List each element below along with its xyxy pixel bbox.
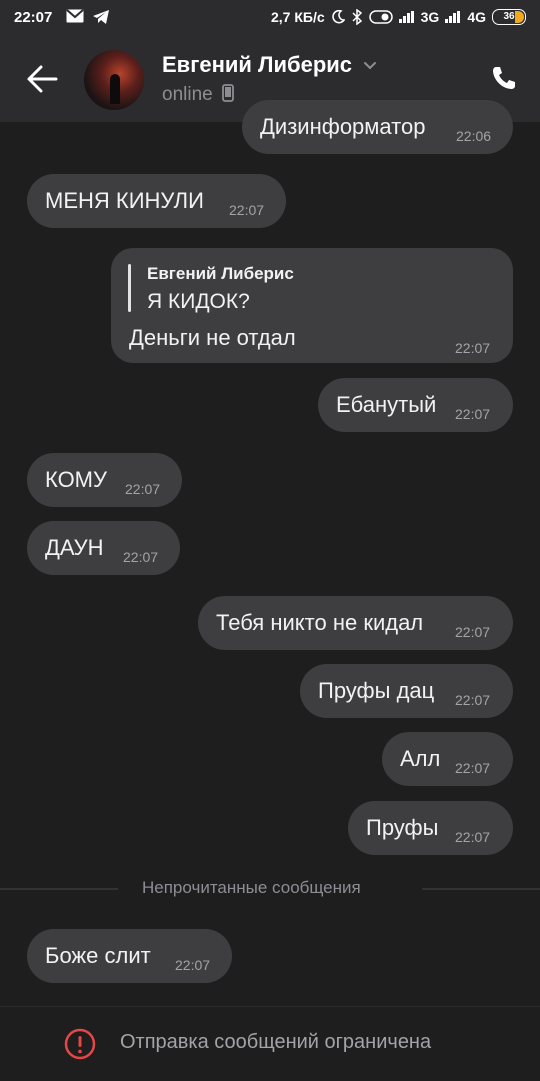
telegram-icon — [93, 10, 109, 24]
message-text: Пруфы дац — [318, 678, 435, 703]
messaging-restricted-text: Отправка сообщений ограничена — [120, 1031, 432, 1053]
battery-icon: 36 — [492, 9, 526, 25]
message-time: 22:07 — [229, 202, 265, 218]
message-time: 22:07 — [455, 692, 491, 708]
moon-icon — [331, 10, 345, 24]
message-bubble-incoming[interactable]: ДАУН 22:07 — [27, 521, 180, 575]
mail-icon — [66, 9, 84, 23]
message-time: 22:07 — [455, 624, 491, 640]
message-bubble-outgoing[interactable]: Алл 22:07 — [382, 732, 513, 786]
message-bubble-outgoing[interactable]: Пруфы дац 22:07 — [300, 664, 513, 718]
network-type-1: 3G — [420, 9, 440, 25]
message-bubble-outgoing[interactable]: Ебанутый 22:07 — [318, 378, 513, 432]
message-time: 22:07 — [455, 340, 491, 356]
signal-icon — [398, 11, 415, 23]
phone-icon[interactable] — [490, 64, 518, 92]
back-arrow-icon[interactable] — [26, 64, 60, 94]
message-time: 22:07 — [123, 549, 159, 565]
reply-text: Я КИДОК? — [147, 290, 250, 313]
message-text: КОМУ — [45, 467, 107, 492]
message-time: 22:07 — [455, 829, 491, 845]
toggle-icon — [368, 10, 393, 24]
message-text: Алл — [400, 746, 441, 771]
message-time: 22:07 — [175, 957, 211, 973]
contact-status-text: online — [162, 84, 213, 105]
bluetooth-icon — [352, 9, 362, 25]
unread-divider-label: Непрочитанные сообщения — [142, 878, 361, 897]
message-bubble-outgoing[interactable]: Пруфы 22:07 — [348, 801, 513, 855]
unread-divider-line-left — [0, 888, 118, 890]
message-text: Ебанутый — [336, 392, 437, 417]
message-text: Боже слит — [45, 943, 151, 968]
warning-icon — [64, 1028, 96, 1060]
message-time: 22:07 — [125, 481, 161, 497]
unread-divider-line-right — [422, 888, 540, 890]
network-type-2: 4G — [467, 9, 486, 25]
reply-author: Евгений Либерис — [147, 264, 294, 283]
network-speed: 2,7 КБ/с — [270, 9, 325, 25]
reply-quote-bar — [128, 264, 131, 312]
signal-icon-2 — [445, 11, 461, 23]
message-bubble-outgoing[interactable]: Тебя никто не кидал 22:07 — [198, 596, 513, 650]
message-text: МЕНЯ КИНУЛИ — [45, 188, 204, 213]
message-bubble-outgoing-reply[interactable]: Евгений Либерис Я КИДОК? Деньги не отдал… — [111, 248, 513, 363]
message-time: 22:06 — [456, 128, 492, 144]
message-text: Пруфы — [366, 815, 439, 840]
message-time: 22:07 — [455, 760, 491, 776]
contact-name[interactable]: Евгений Либерис — [162, 52, 352, 78]
mobile-icon — [222, 84, 234, 102]
battery-level: 36 — [503, 11, 515, 22]
contact-status: online — [162, 84, 234, 106]
status-time: 22:07 — [14, 9, 53, 26]
status-bar: 22:07 2,7 КБ/с 3G 4G 36 — [0, 0, 540, 38]
message-text: Деньги не отдал — [129, 325, 296, 350]
message-bubble-incoming[interactable]: МЕНЯ КИНУЛИ 22:07 — [27, 174, 286, 228]
message-bubble-incoming[interactable]: Боже слит 22:07 — [27, 929, 232, 983]
message-bubble-outgoing[interactable]: Дизинформатор 22:06 — [242, 100, 513, 154]
message-text: Тебя никто не кидал — [216, 610, 424, 635]
message-text: ДАУН — [45, 535, 104, 560]
message-text: Дизинформатор — [260, 114, 426, 139]
chevron-down-icon[interactable] — [362, 58, 378, 74]
avatar[interactable] — [84, 50, 144, 110]
message-bubble-incoming[interactable]: КОМУ 22:07 — [27, 453, 182, 507]
message-time: 22:07 — [455, 406, 491, 422]
composer-restricted-bar: Отправка сообщений ограничена — [0, 1006, 540, 1081]
